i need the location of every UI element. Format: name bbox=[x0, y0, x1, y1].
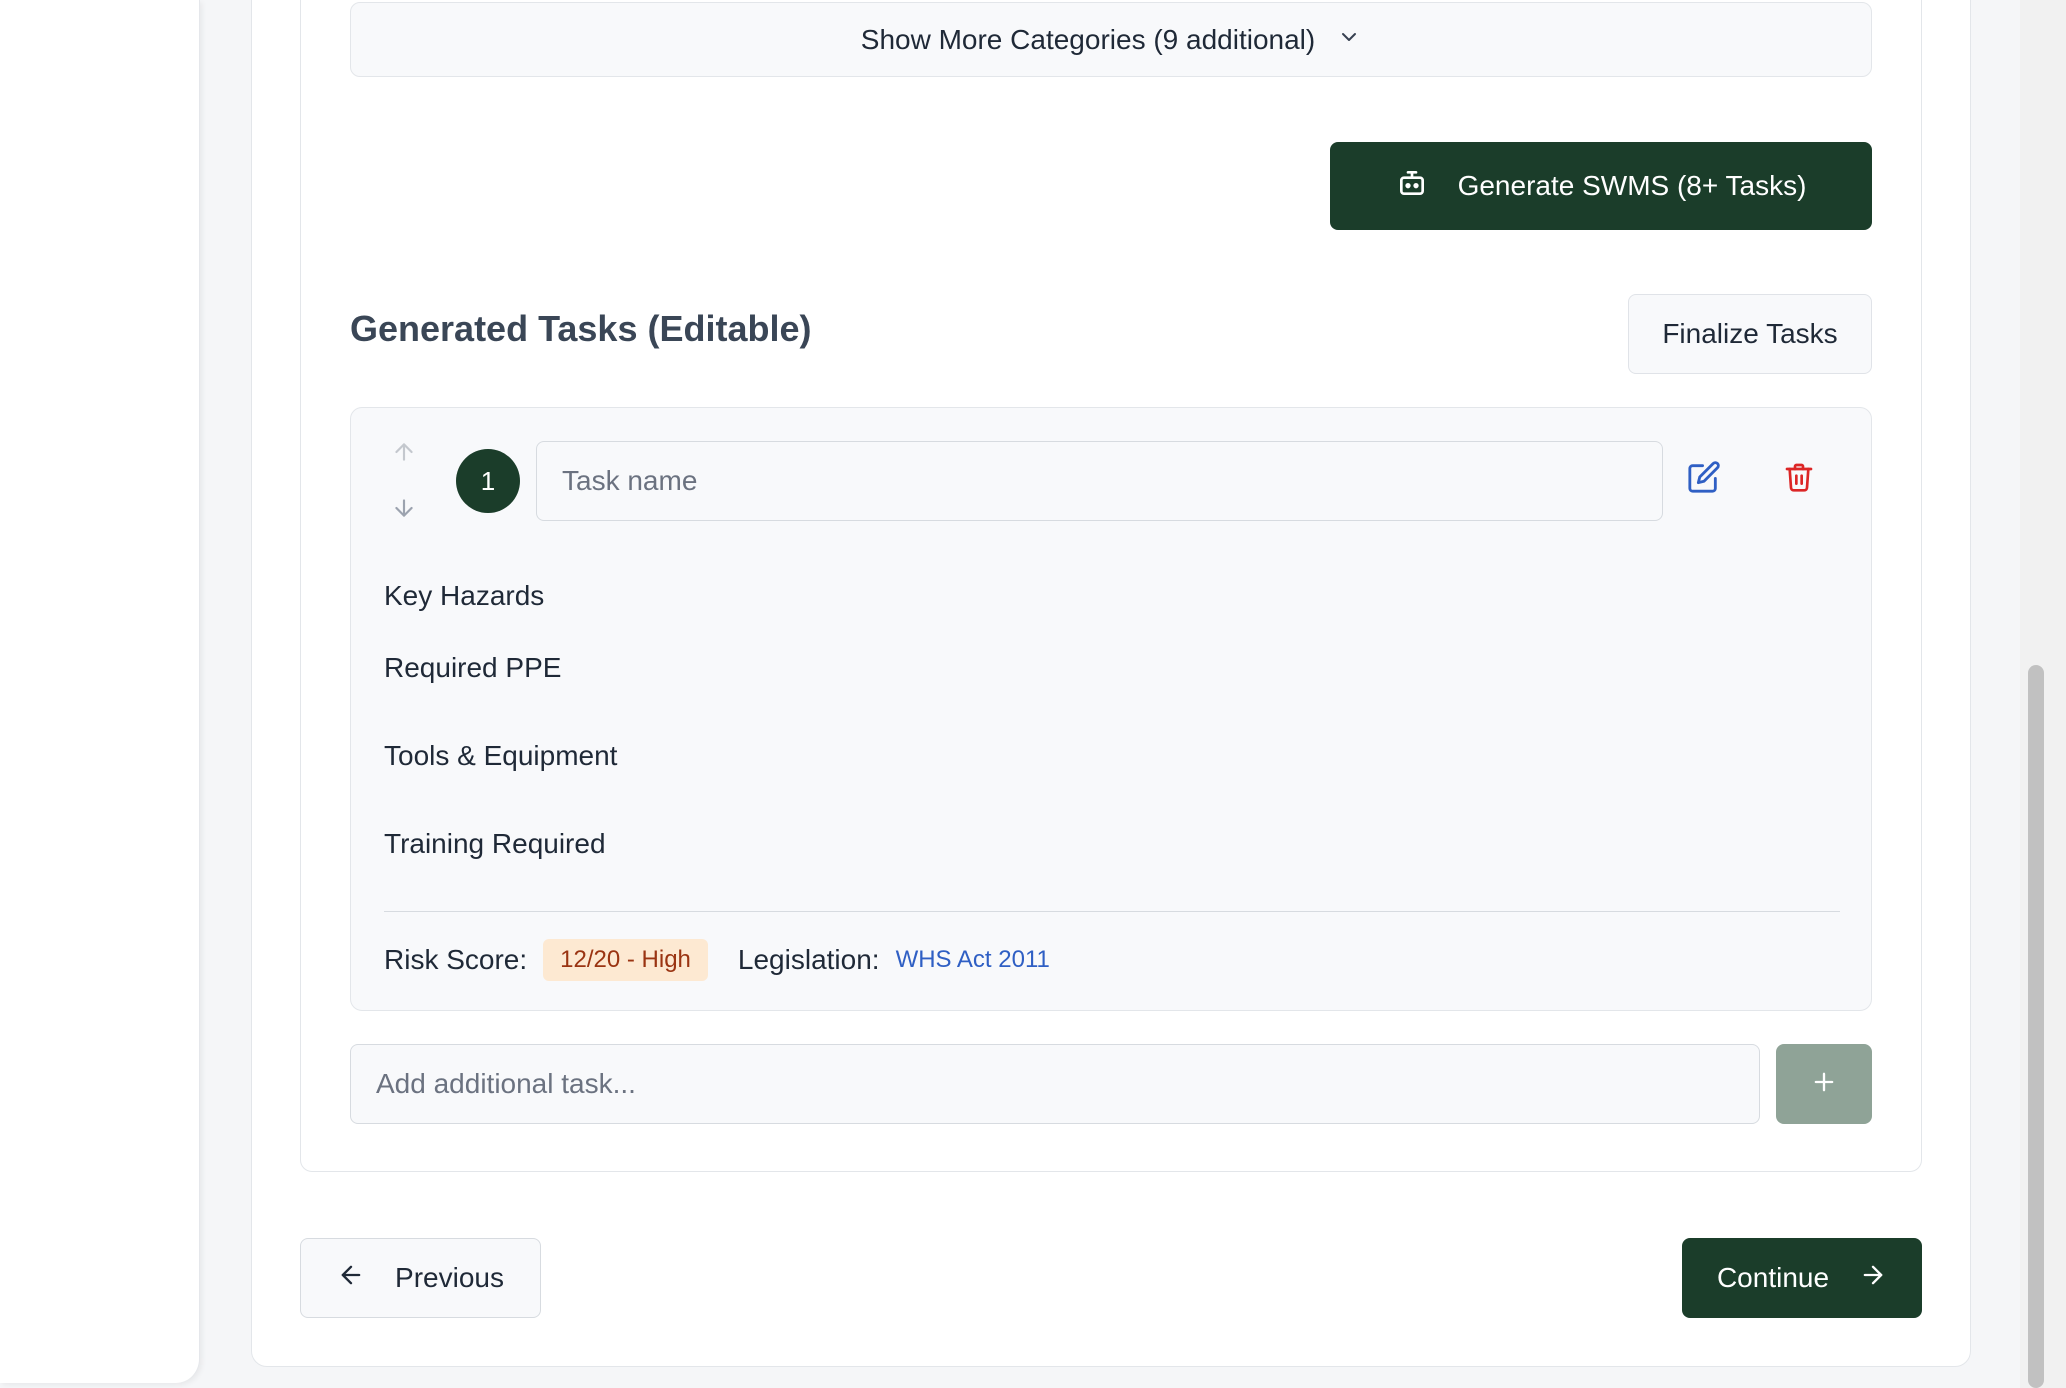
previous-label: Previous bbox=[395, 1262, 504, 1293]
add-task-button[interactable] bbox=[1776, 1044, 1872, 1124]
generate-swms-button[interactable]: Generate SWMS (8+ Tasks) bbox=[1330, 142, 1872, 230]
sidebar bbox=[0, 0, 200, 1383]
task-card: 1 Key Hazards Required PPE Tools & Equip… bbox=[350, 407, 1872, 1011]
task-name-input[interactable] bbox=[536, 441, 1663, 521]
arrow-left-icon bbox=[337, 1261, 365, 1296]
arrow-up-icon bbox=[391, 439, 417, 470]
plus-icon bbox=[1810, 1068, 1838, 1101]
required-ppe-label: Required PPE bbox=[384, 652, 562, 683]
continue-label: Continue bbox=[1716, 1262, 1830, 1293]
task-number-badge: 1 bbox=[456, 449, 520, 513]
legislation-link[interactable]: WHS Act 2011 bbox=[896, 946, 1050, 974]
finalize-label: Finalize Tasks bbox=[1662, 318, 1838, 349]
robot-icon bbox=[1396, 167, 1428, 206]
delete-task-button[interactable] bbox=[1775, 455, 1823, 503]
task-divider bbox=[384, 911, 1840, 912]
show-more-label: Show More Categories (9 additional) bbox=[860, 23, 1316, 55]
task-meta-row: Risk Score: 12/20 - High Legislation: WH… bbox=[384, 938, 1050, 982]
edit-icon bbox=[1687, 460, 1721, 499]
show-more-categories-button[interactable]: Show More Categories (9 additional) bbox=[350, 2, 1872, 77]
risk-score-label: Risk Score: bbox=[384, 944, 528, 975]
key-hazards-label: Key Hazards bbox=[384, 580, 545, 611]
edit-task-button[interactable] bbox=[1680, 455, 1728, 503]
chevron-down-icon bbox=[1337, 24, 1361, 56]
move-up-button[interactable] bbox=[384, 434, 424, 474]
risk-score-badge: 12/20 - High bbox=[543, 939, 708, 981]
tools-equipment-label: Tools & Equipment bbox=[384, 740, 618, 771]
finalize-tasks-button[interactable]: Finalize Tasks bbox=[1628, 294, 1872, 374]
generate-label: Generate SWMS (8+ Tasks) bbox=[1457, 170, 1807, 201]
add-task-input[interactable] bbox=[350, 1044, 1760, 1124]
legislation-label: Legislation: bbox=[737, 944, 880, 975]
arrow-right-icon bbox=[1859, 1261, 1887, 1296]
training-required-label: Training Required bbox=[384, 828, 606, 859]
generated-tasks-title: Generated Tasks (Editable) bbox=[350, 308, 812, 349]
move-down-button[interactable] bbox=[384, 490, 424, 530]
previous-button[interactable]: Previous bbox=[300, 1238, 541, 1318]
arrow-down-icon bbox=[391, 495, 417, 526]
scrollbar-thumb[interactable] bbox=[2028, 665, 2044, 1388]
continue-button[interactable]: Continue bbox=[1682, 1238, 1922, 1318]
trash-icon bbox=[1783, 461, 1815, 498]
